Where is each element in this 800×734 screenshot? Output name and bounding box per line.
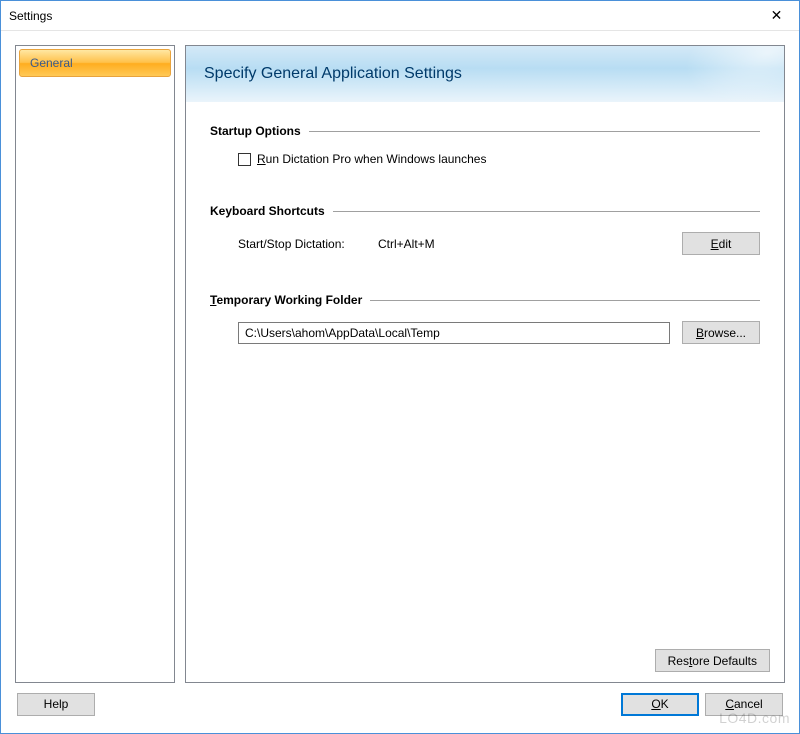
close-button[interactable]: ✕ [754, 1, 799, 30]
ok-button[interactable]: OK [621, 693, 699, 716]
section-tempfolder-header: Temporary Working Folder [210, 293, 760, 307]
window-title: Settings [9, 9, 52, 23]
temp-folder-input[interactable] [238, 322, 670, 344]
panel-header-text: Specify General Application Settings [204, 65, 462, 83]
restore-defaults-row: Restore Defaults [655, 649, 770, 672]
close-icon: ✕ [771, 7, 783, 24]
titlebar: Settings ✕ [1, 1, 799, 31]
edit-shortcut-button[interactable]: Edit [682, 232, 760, 255]
shortcut-value: Ctrl+Alt+M [378, 237, 682, 251]
detail-panel: Specify General Application Settings Sta… [185, 45, 785, 683]
panel-body: Startup Options Run Dictation Pro when W… [186, 102, 784, 682]
section-startup-header: Startup Options [210, 124, 760, 138]
checkbox-icon [238, 153, 251, 166]
bottom-bar: Help OK Cancel [15, 683, 785, 725]
help-button[interactable]: Help [17, 693, 95, 716]
section-tempfolder-title: Temporary Working Folder [210, 293, 362, 307]
section-shortcuts-content: Start/Stop Dictation: Ctrl+Alt+M Edit [210, 232, 760, 255]
divider [309, 131, 760, 132]
sidebar-item-general[interactable]: General [19, 49, 171, 77]
section-shortcuts-header: Keyboard Shortcuts [210, 204, 760, 218]
main-panels: General Specify General Application Sett… [15, 45, 785, 683]
panel-header: Specify General Application Settings [186, 46, 784, 102]
cancel-button[interactable]: Cancel [705, 693, 783, 716]
restore-defaults-button[interactable]: Restore Defaults [655, 649, 770, 672]
section-shortcuts-title: Keyboard Shortcuts [210, 204, 325, 218]
settings-window: Settings ✕ General Specify General Appli… [0, 0, 800, 734]
shortcut-label: Start/Stop Dictation: [238, 237, 378, 251]
browse-button[interactable]: Browse... [682, 321, 760, 344]
divider [370, 300, 760, 301]
section-tempfolder-content: Browse... [210, 321, 760, 344]
checkbox-label: Run Dictation Pro when Windows launches [257, 152, 486, 166]
content-area: General Specify General Application Sett… [1, 31, 799, 733]
section-startup-content: Run Dictation Pro when Windows launches [210, 152, 760, 166]
sidebar-item-label: General [30, 56, 73, 70]
run-on-launch-checkbox[interactable]: Run Dictation Pro when Windows launches [238, 152, 760, 166]
divider [333, 211, 760, 212]
sidebar: General [15, 45, 175, 683]
section-startup-title: Startup Options [210, 124, 301, 138]
